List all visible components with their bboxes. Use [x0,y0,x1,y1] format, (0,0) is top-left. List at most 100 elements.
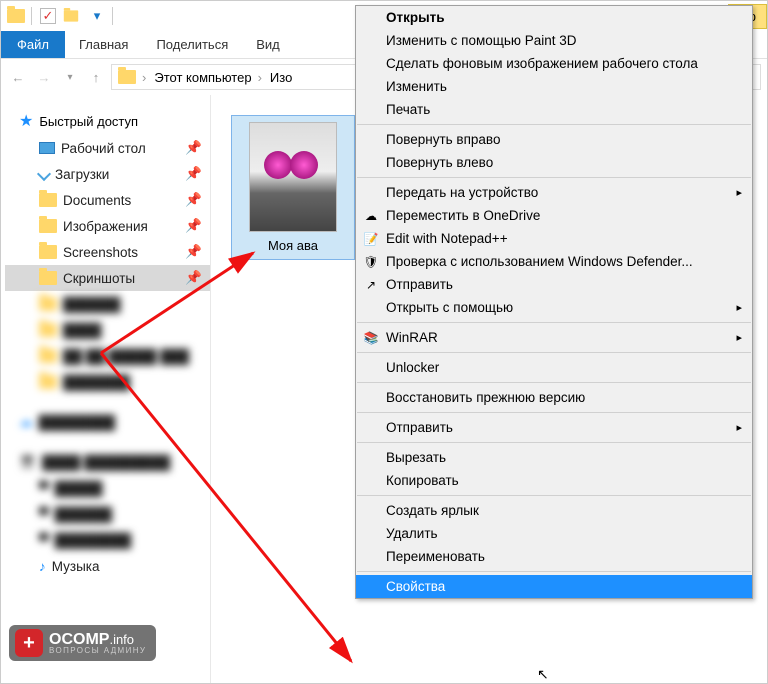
mouse-cursor: ↖ [537,666,549,683]
winrar-icon: 📚 [362,329,380,347]
crumb-pictures[interactable]: Изо [268,70,294,85]
menu-item-label: Копировать [386,473,459,488]
menu-item-печать[interactable]: Печать [356,98,752,121]
tree-music[interactable]: ♪Музыка [5,553,210,579]
hidden-tree-items: ██████ ████ ██ ██ █████ ███ ███████ ☁███… [5,291,210,553]
menu-item-label: Удалить [386,526,438,541]
menu-item-label: Изменить с помощью Paint 3D [386,33,577,48]
tree-downloads[interactable]: Загрузки📌 [5,161,210,187]
crumb-icon: › [116,70,150,85]
menu-separator [357,412,751,413]
pin-icon: 📌 [185,218,202,234]
tree-screenshots-en[interactable]: Screenshots📌 [5,239,210,265]
share-tab[interactable]: Поделиться [142,31,242,58]
tree-screenshots-ru[interactable]: Скриншоты📌 [5,265,210,291]
menu-item-label: Сделать фоновым изображением рабочего ст… [386,56,698,71]
folder-icon [39,245,57,259]
folder-icon [39,271,57,285]
pin-icon: 📌 [185,166,202,182]
up-button[interactable]: ↑ [85,66,107,88]
menu-item-label: Восстановить прежнюю версию [386,390,585,405]
menu-item-создать-ярлык[interactable]: Создать ярлык [356,499,752,522]
menu-item-повернуть-влево[interactable]: Повернуть влево [356,151,752,174]
watermark-tld: .info [109,632,134,647]
menu-item-winrar[interactable]: 📚 WinRAR [356,326,752,349]
tree-pictures[interactable]: Изображения📌 [5,213,210,239]
menu-item-копировать[interactable]: Копировать [356,469,752,492]
menu-item-проверка-с-использованием-wi[interactable]: 🛡 Проверка с использованием Windows Defen… [356,250,752,273]
menu-separator [357,442,751,443]
menu-item-label: Открыть [386,10,445,25]
menu-item-вырезать[interactable]: Вырезать [356,446,752,469]
thumbnail-image [249,122,337,232]
menu-item-изменить[interactable]: Изменить [356,75,752,98]
menu-item-label: Проверка с использованием Windows Defend… [386,254,693,269]
menu-item-label: Свойства [386,579,445,594]
menu-item-label: Отправить [386,277,453,292]
folder-icon [39,219,57,233]
thumbnail-label: Моя ава [238,238,348,253]
menu-separator [357,495,751,496]
menu-item-label: WinRAR [386,330,438,345]
crumb-this-pc[interactable]: Этот компьютер› [152,70,266,85]
menu-item-отправить[interactable]: ↗ Отправить [356,273,752,296]
menu-item-передать-на-устройство[interactable]: Передать на устройство [356,181,752,204]
view-tab[interactable]: Вид [242,31,294,58]
pin-icon: 📌 [185,140,202,156]
menu-item-label: Печать [386,102,430,117]
forward-button[interactable]: → [33,66,55,88]
music-icon: ♪ [39,559,46,574]
quick-access-heading[interactable]: ★ Быстрый доступ [5,107,210,135]
menu-item-label: Вырезать [386,450,446,465]
menu-item-label: Повернуть влево [386,155,493,170]
menu-item-label: Переименовать [386,549,485,564]
folder-icon [5,5,27,27]
star-icon: ★ [19,111,33,131]
menu-separator [357,124,751,125]
downloads-icon [37,167,51,181]
divider [31,7,32,25]
menu-item-unlocker[interactable]: Unlocker [356,356,752,379]
pin-icon: 📌 [185,244,202,260]
menu-item-удалить[interactable]: Удалить [356,522,752,545]
watermark-subtitle: ВОПРОСЫ АДМИНУ [49,646,146,655]
menu-item-отправить[interactable]: Отправить [356,416,752,439]
folder-icon [39,193,57,207]
thumbnail-selection: Моя ава [231,115,355,260]
menu-item-label: Повернуть вправо [386,132,500,147]
menu-item-открыть-с-помощью[interactable]: Открыть с помощью [356,296,752,319]
menu-item-label: Unlocker [386,360,439,375]
menu-separator [357,571,751,572]
file-tab[interactable]: Файл [1,31,65,58]
properties-checkbox-icon[interactable]: ✓ [40,8,56,24]
history-dropdown[interactable]: ▾ [59,66,81,88]
menu-separator [357,322,751,323]
divider [112,7,113,25]
back-button[interactable]: ← [7,66,29,88]
menu-item-label: Изменить [386,79,447,94]
menu-item-переименовать[interactable]: Переименовать [356,545,752,568]
qat-customize-icon[interactable]: ▾ [86,5,108,27]
tree-desktop[interactable]: Рабочий стол📌 [5,135,210,161]
tree-documents[interactable]: Documents📌 [5,187,210,213]
defender-icon: 🛡 [362,253,380,271]
onedrive-icon: ☁ [362,207,380,225]
navigation-pane: ★ Быстрый доступ Рабочий стол📌 Загрузки📌… [1,95,211,683]
menu-item-изменить-с-помощью-paint-3d[interactable]: Изменить с помощью Paint 3D [356,29,752,52]
home-tab[interactable]: Главная [65,31,142,58]
share-icon: ↗ [362,276,380,294]
menu-item-открыть[interactable]: Открыть [356,6,752,29]
menu-separator [357,177,751,178]
menu-item-label: Edit with Notepad++ [386,231,508,246]
menu-item-сделать-фоновым-изображением[interactable]: Сделать фоновым изображением рабочего ст… [356,52,752,75]
file-thumbnail[interactable]: Моя ава [231,115,355,260]
menu-item-переместить-в-onedrive[interactable]: ☁Переместить в OneDrive [356,204,752,227]
menu-item-свойства[interactable]: Свойства [356,575,752,598]
menu-item-edit-with-notepad-[interactable]: 📝Edit with Notepad++ [356,227,752,250]
menu-separator [357,352,751,353]
menu-item-повернуть-вправо[interactable]: Повернуть вправо [356,128,752,151]
menu-item-label: Отправить [386,420,453,435]
watermark-badge: + [15,629,43,657]
menu-item-восстановить-прежнюю-версию[interactable]: Восстановить прежнюю версию [356,386,752,409]
menu-separator [357,382,751,383]
